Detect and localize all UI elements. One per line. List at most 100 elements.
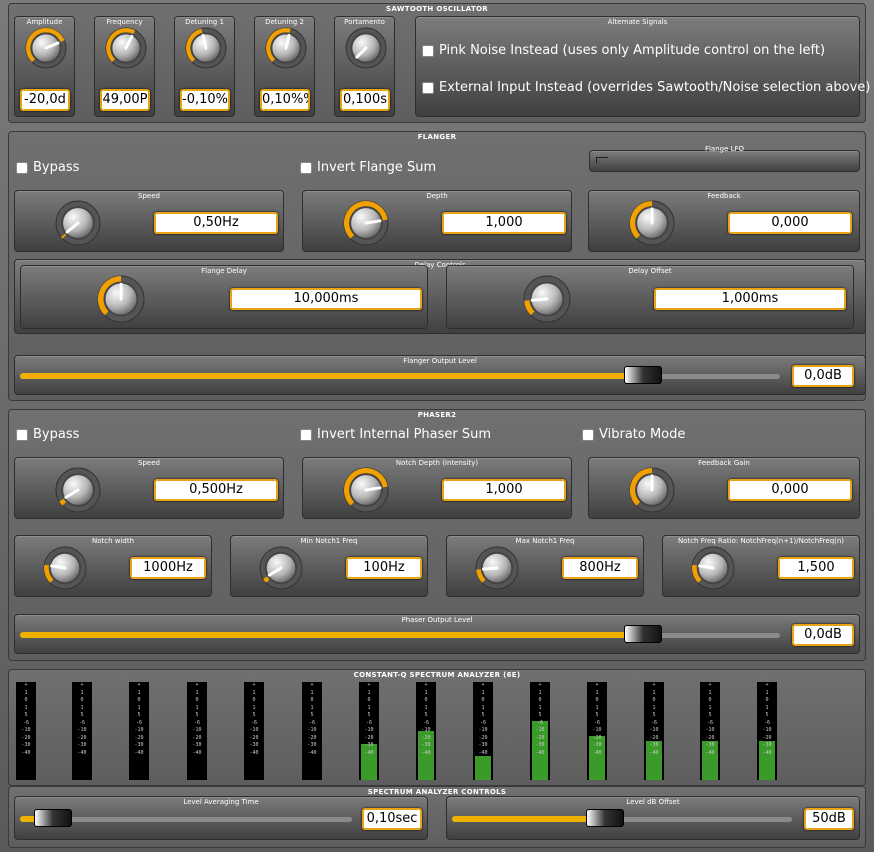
sawtooth-knob-4-graphic[interactable] (344, 26, 388, 70)
spectrum-meter-scale-9: +1 0 1 5 -6 -10 -20 -30 -40 (530, 682, 550, 757)
max-notch-freq-value[interactable]: 800Hz (562, 557, 638, 579)
averaging-thumb[interactable] (34, 809, 73, 827)
notch-freq-ratio-knob-graphic[interactable] (690, 545, 736, 591)
flanger-output-thumb[interactable] (624, 366, 663, 384)
scale-tick: -30 (705, 742, 715, 748)
scale-tick: -30 (535, 742, 545, 748)
flanger-speed-knob-graphic[interactable] (54, 199, 102, 247)
sawtooth-knob-1-graphic[interactable] (104, 26, 148, 70)
phaser-output-value[interactable]: 0,0dB (792, 624, 854, 646)
scale-tick: 0 (481, 697, 485, 703)
notch-freq-ratio-value[interactable]: 1,500 (778, 557, 854, 579)
notch-width-value[interactable]: 1000Hz (130, 557, 206, 579)
notch-width-knob[interactable] (42, 545, 88, 595)
delay-offset-knob-graphic[interactable] (522, 274, 572, 324)
sawtooth-knob-2-value[interactable]: -0,10% (180, 89, 230, 111)
vibrato-mode-box[interactable] (582, 428, 594, 441)
notch-depth-knob-graphic[interactable] (342, 466, 390, 514)
phaser-feedback-knob-graphic[interactable] (628, 466, 676, 514)
scale-tick: -20 (762, 734, 772, 741)
flanger-feedback-knob-graphic[interactable] (628, 199, 676, 247)
scale-tick: -20 (192, 734, 202, 741)
phaser-speed-value[interactable]: 0,500Hz (154, 479, 278, 501)
phaser-output-thumb[interactable] (624, 625, 663, 643)
max-notch-freq-knob[interactable] (474, 545, 520, 595)
invert-phaser-box[interactable] (300, 428, 312, 441)
phaser-bypass-checkbox[interactable]: Bypass (16, 427, 79, 442)
sawtooth-knob-3-graphic[interactable] (264, 26, 308, 70)
spectrum-meter-5: +1 0 1 5 -6 -10 -20 -30 -40 (302, 682, 322, 780)
flange-delay-value[interactable]: 10,000ms (230, 288, 422, 310)
invert-flange-box[interactable] (300, 161, 312, 174)
phaser-feedback-knob[interactable] (628, 466, 676, 518)
flange-delay-knob[interactable] (96, 274, 146, 328)
notch-depth-knob[interactable] (342, 466, 390, 518)
scale-tick: -30 (649, 742, 659, 748)
delay-offset-knob[interactable] (522, 274, 572, 328)
db-offset-thumb[interactable] (586, 809, 624, 827)
sawtooth-knob-0[interactable] (24, 26, 68, 74)
sawtooth-knob-3[interactable] (264, 26, 308, 74)
sawtooth-knob-2-graphic[interactable] (184, 26, 228, 70)
flanger-bypass-box[interactable] (16, 161, 28, 174)
flanger-feedback-knob[interactable] (628, 199, 676, 251)
averaging-label: Level Averaging Time (183, 798, 259, 806)
min-notch-freq-knob[interactable] (258, 545, 304, 595)
phaser-bypass-box[interactable] (16, 428, 28, 441)
flanger-speed-value[interactable]: 0,50Hz (154, 212, 278, 234)
flanger-output-label: Flanger Output Level (403, 357, 477, 365)
scale-tick: -20 (307, 734, 317, 741)
db-offset-slider[interactable] (452, 809, 792, 827)
delay-offset-value[interactable]: 1,000ms (654, 288, 846, 310)
notch-depth-value[interactable]: 1,000 (442, 479, 566, 501)
scale-tick: 5 (195, 712, 199, 718)
sawtooth-knob-4[interactable] (344, 26, 388, 74)
scale-tick: -10 (421, 727, 431, 733)
sawtooth-knob-4-value[interactable]: 0,100s (340, 89, 390, 111)
flanger-output-value[interactable]: 0,0dB (792, 365, 854, 387)
min-notch-freq-knob-graphic[interactable] (258, 545, 304, 591)
flanger-speed-knob[interactable] (54, 199, 102, 251)
notch-width-knob-graphic[interactable] (42, 545, 88, 591)
scale-tick: 5 (652, 712, 656, 718)
flanger-depth-knob-graphic[interactable] (342, 199, 390, 247)
sawtooth-knob-4-label: Portamento (344, 18, 385, 26)
scale-tick: -30 (478, 742, 488, 748)
notch-freq-ratio-knob[interactable] (690, 545, 736, 595)
spectrum-meter-scale-6: +1 0 1 5 -6 -10 -20 -30 -40 (359, 682, 379, 757)
max-notch-freq-knob-graphic[interactable] (474, 545, 520, 591)
phaser-feedback-value[interactable]: 0,000 (728, 479, 852, 501)
external-input-box[interactable] (422, 81, 434, 94)
external-input-checkbox[interactable]: External Input Instead (overrides Sawtoo… (422, 80, 870, 95)
flanger-feedback-value[interactable]: 0,000 (728, 212, 852, 234)
invert-flange-checkbox[interactable]: Invert Flange Sum (300, 160, 436, 175)
delay-offset-knob-pointer (530, 297, 549, 302)
sawtooth-knob-1-value[interactable]: 49,00P (100, 89, 150, 111)
flange-delay-knob-graphic[interactable] (96, 274, 146, 324)
sawtooth-knob-2[interactable] (184, 26, 228, 74)
pink-noise-box[interactable] (422, 44, 434, 57)
db-offset-value[interactable]: 50dB (804, 808, 854, 830)
flanger-depth-value[interactable]: 1,000 (442, 212, 566, 234)
scale-tick: -6 (706, 719, 714, 726)
min-notch-freq-value[interactable]: 100Hz (346, 557, 422, 579)
averaging-slider[interactable] (20, 809, 352, 827)
flanger-depth-knob[interactable] (342, 199, 390, 251)
vibrato-mode-checkbox[interactable]: Vibrato Mode (582, 427, 685, 442)
sawtooth-knob-0-value[interactable]: -20,0d (20, 89, 70, 111)
flange-lfo-display: Flange LFO (589, 145, 860, 172)
flanger-bypass-checkbox[interactable]: Bypass (16, 160, 79, 175)
scale-tick: -10 (649, 727, 659, 733)
averaging-value[interactable]: 0,10sec (362, 808, 422, 830)
scale-tick: -20 (421, 734, 431, 741)
phaser-speed-knob[interactable] (54, 466, 102, 518)
sawtooth-knob-1[interactable] (104, 26, 148, 74)
phaser-speed-knob-graphic[interactable] (54, 466, 102, 514)
flanger-output-slider[interactable] (20, 366, 780, 384)
pink-noise-checkbox[interactable]: Pink Noise Instead (uses only Amplitude … (422, 43, 825, 58)
phaser-output-slider[interactable] (20, 625, 780, 643)
sawtooth-knob-3-value[interactable]: 0,10%% (260, 89, 310, 111)
invert-phaser-checkbox[interactable]: Invert Internal Phaser Sum (300, 427, 491, 442)
sawtooth-knob-0-graphic[interactable] (24, 26, 68, 70)
scale-tick: 5 (595, 712, 599, 718)
